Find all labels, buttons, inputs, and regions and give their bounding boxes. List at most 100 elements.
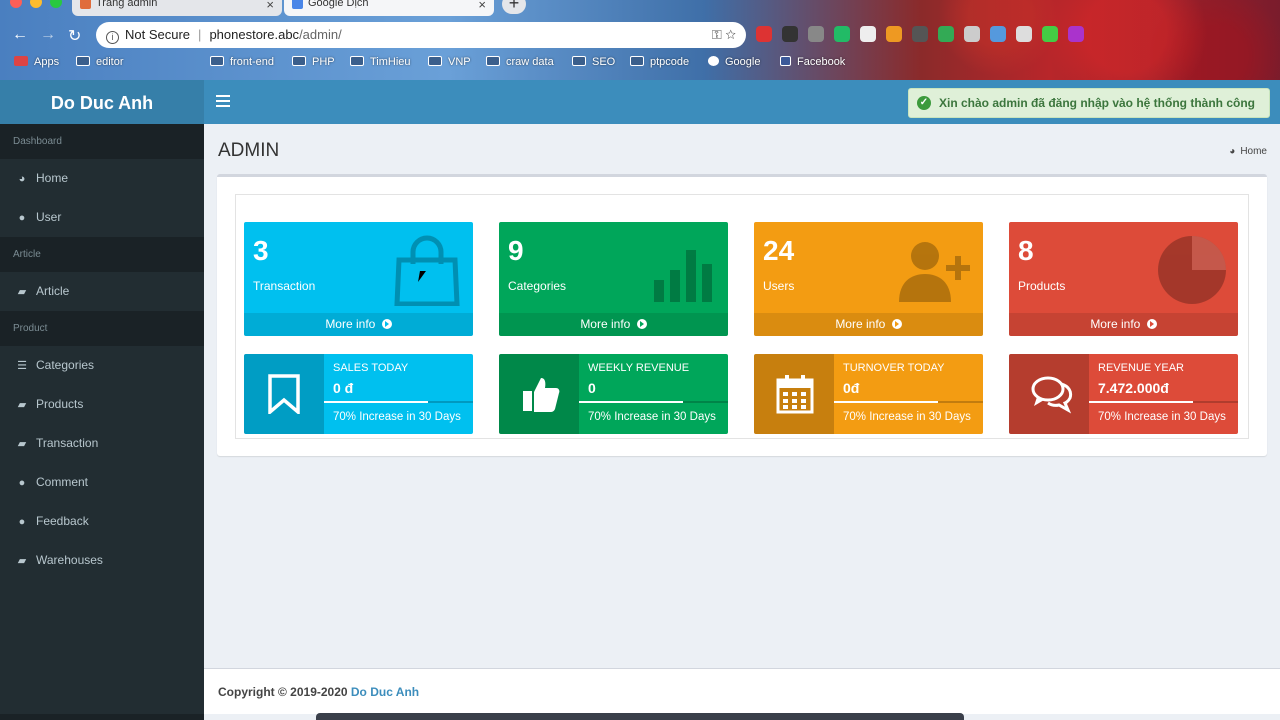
extension-icon[interactable] bbox=[912, 26, 928, 42]
info-box-turnover-today: TURNOVER TODAY 0đ 70% Increase in 30 Day… bbox=[754, 354, 983, 434]
sidebar-item-products[interactable]: ▰ Products bbox=[0, 385, 204, 424]
bookmark-google[interactable]: Google bbox=[708, 56, 760, 68]
info-box-value: 0đ bbox=[843, 380, 860, 396]
sidebar-item-article[interactable]: ▰ Article bbox=[0, 272, 204, 311]
bookmarks-bar: Apps editor front-end PHP TimHieu VNP cr… bbox=[0, 53, 1280, 73]
info-box-value: 0 đ bbox=[333, 380, 354, 396]
extension-icon[interactable] bbox=[860, 26, 876, 42]
bookmark-apps[interactable]: Apps bbox=[14, 56, 59, 68]
user-plus-icon bbox=[899, 242, 970, 302]
facebook-icon bbox=[780, 56, 791, 66]
reload-icon[interactable]: ↻ bbox=[68, 26, 81, 46]
bookmark-php[interactable]: PHP bbox=[292, 56, 335, 68]
info-box-description: 70% Increase in 30 Days bbox=[333, 411, 461, 423]
separator: | bbox=[198, 27, 202, 42]
tab-google-dich[interactable]: Google Dịch × bbox=[284, 0, 494, 16]
bookmark-timhieu[interactable]: TimHieu bbox=[350, 56, 411, 68]
extension-icon[interactable] bbox=[808, 26, 824, 42]
sidebar-toggle-icon[interactable] bbox=[216, 95, 230, 110]
new-tab-button[interactable]: + bbox=[502, 0, 526, 14]
comment-icon: ● bbox=[18, 516, 26, 528]
more-info-link[interactable]: More info bbox=[244, 313, 473, 336]
info-box-description: 70% Increase in 30 Days bbox=[588, 411, 716, 423]
progress-bar bbox=[324, 401, 473, 403]
extension-icon[interactable] bbox=[834, 26, 850, 42]
stat-number: 3 bbox=[253, 235, 269, 266]
bar-chart-icon bbox=[654, 250, 712, 302]
brand-logo[interactable]: Do Duc Anh bbox=[0, 80, 204, 124]
sidebar-item-feedback[interactable]: ● Feedback bbox=[0, 502, 204, 541]
folder-icon bbox=[486, 56, 500, 66]
extension-icon[interactable] bbox=[990, 26, 1006, 42]
close-tab-icon[interactable]: × bbox=[266, 0, 274, 12]
close-tab-icon[interactable]: × bbox=[478, 0, 486, 12]
info-icon[interactable]: i bbox=[106, 31, 119, 44]
stat-label: Categories bbox=[508, 279, 567, 293]
bookmark-editor[interactable]: editor bbox=[76, 56, 124, 68]
info-box-title: SALES TODAY bbox=[333, 362, 409, 374]
bookmark-front-end[interactable]: front-end bbox=[210, 56, 274, 68]
stat-label: Users bbox=[763, 279, 795, 293]
minimize-window-button[interactable] bbox=[30, 0, 42, 8]
extension-icon[interactable] bbox=[756, 26, 772, 42]
sidebar-item-label: Categories bbox=[36, 358, 95, 372]
sidebar-item-label: User bbox=[36, 210, 62, 224]
bookmark-vnp[interactable]: VNP bbox=[428, 56, 471, 68]
sidebar: Dashboard ◕ Home ● User Article ▰ Article P… bbox=[0, 124, 204, 720]
bookmark-seo[interactable]: SEO bbox=[572, 56, 615, 68]
dashboard-box: 3 Transaction More info 9 Categories Mor… bbox=[217, 174, 1267, 456]
sidebar-item-warehouses[interactable]: ▰ Warehouses bbox=[0, 541, 204, 580]
info-box-description: 70% Increase in 30 Days bbox=[843, 411, 971, 423]
info-box-icon bbox=[754, 354, 834, 434]
info-box-value: 0 bbox=[588, 380, 596, 396]
bookmark-facebook[interactable]: Facebook bbox=[780, 56, 845, 68]
bookmark-icon bbox=[268, 374, 300, 414]
sidebar-header-dashboard: Dashboard bbox=[0, 124, 204, 159]
bookmark-craw-data[interactable]: craw data bbox=[486, 56, 554, 68]
close-window-button[interactable] bbox=[10, 0, 22, 8]
page-title: ADMIN bbox=[218, 140, 280, 161]
sidebar-item-transaction[interactable]: ▰ Transaction bbox=[0, 424, 204, 463]
top-navbar: ✓ Xin chào admin đã đăng nhập vào hệ thố… bbox=[204, 80, 1280, 124]
avatar[interactable] bbox=[1068, 26, 1084, 42]
bookmark-star-icon[interactable]: ⚿ ☆ bbox=[712, 22, 736, 48]
stat-box-products: 8 Products More info bbox=[1009, 222, 1238, 336]
more-info-link[interactable]: More info bbox=[1009, 313, 1238, 336]
sidebar-item-comment[interactable]: ● Comment bbox=[0, 463, 204, 502]
breadcrumb-home[interactable]: Home bbox=[1240, 146, 1267, 157]
more-info-link[interactable]: More info bbox=[499, 313, 728, 336]
more-info-link[interactable]: More info bbox=[754, 313, 983, 336]
google-icon bbox=[708, 56, 719, 66]
address-bar[interactable]: i Not Secure | phonestore.abc/admin/ ⚿ ☆ bbox=[96, 22, 746, 48]
extension-icon[interactable] bbox=[886, 26, 902, 42]
check-circle-icon: ✓ bbox=[916, 96, 931, 110]
forward-icon[interactable]: → bbox=[40, 26, 56, 44]
extension-icon[interactable] bbox=[938, 26, 954, 42]
stat-box-transaction: 3 Transaction More info bbox=[244, 222, 473, 336]
bookmark-ptpcode[interactable]: ptpcode bbox=[630, 56, 689, 68]
back-icon[interactable]: ← bbox=[12, 26, 28, 44]
url-host: phonestore.abc bbox=[209, 27, 300, 42]
extension-icon[interactable] bbox=[964, 26, 980, 42]
sidebar-item-home[interactable]: ◕ Home bbox=[0, 159, 204, 198]
progress-bar bbox=[579, 401, 728, 403]
extension-icon[interactable] bbox=[782, 26, 798, 42]
info-box-weekly-revenue: WEEKLY REVENUE 0 70% Increase in 30 Days bbox=[499, 354, 728, 434]
login-success-alert: ✓ Xin chào admin đã đăng nhập vào hệ thố… bbox=[907, 88, 1270, 118]
breadcrumb[interactable]: ◕ Home bbox=[1229, 146, 1267, 157]
sidebar-item-user[interactable]: ● User bbox=[0, 198, 204, 237]
database-icon: ☰ bbox=[17, 360, 27, 372]
tab-label: Trang admin bbox=[96, 0, 158, 9]
progress-bar bbox=[1089, 401, 1238, 403]
sidebar-item-categories[interactable]: ☰ Categories bbox=[0, 346, 204, 385]
author-link[interactable]: Do Duc Anh bbox=[351, 685, 419, 699]
extension-icon[interactable] bbox=[1042, 26, 1058, 42]
tab-trang-admin[interactable]: Trang admin × bbox=[72, 0, 282, 16]
maximize-window-button[interactable] bbox=[50, 0, 62, 8]
user-icon: ● bbox=[18, 212, 26, 224]
sidebar-item-label: Home bbox=[36, 171, 69, 185]
stat-box-users: 24 Users More info bbox=[754, 222, 983, 336]
folder-icon bbox=[428, 56, 442, 66]
extension-icon[interactable] bbox=[1016, 26, 1032, 42]
dashboard-icon: ◕ bbox=[18, 173, 26, 185]
